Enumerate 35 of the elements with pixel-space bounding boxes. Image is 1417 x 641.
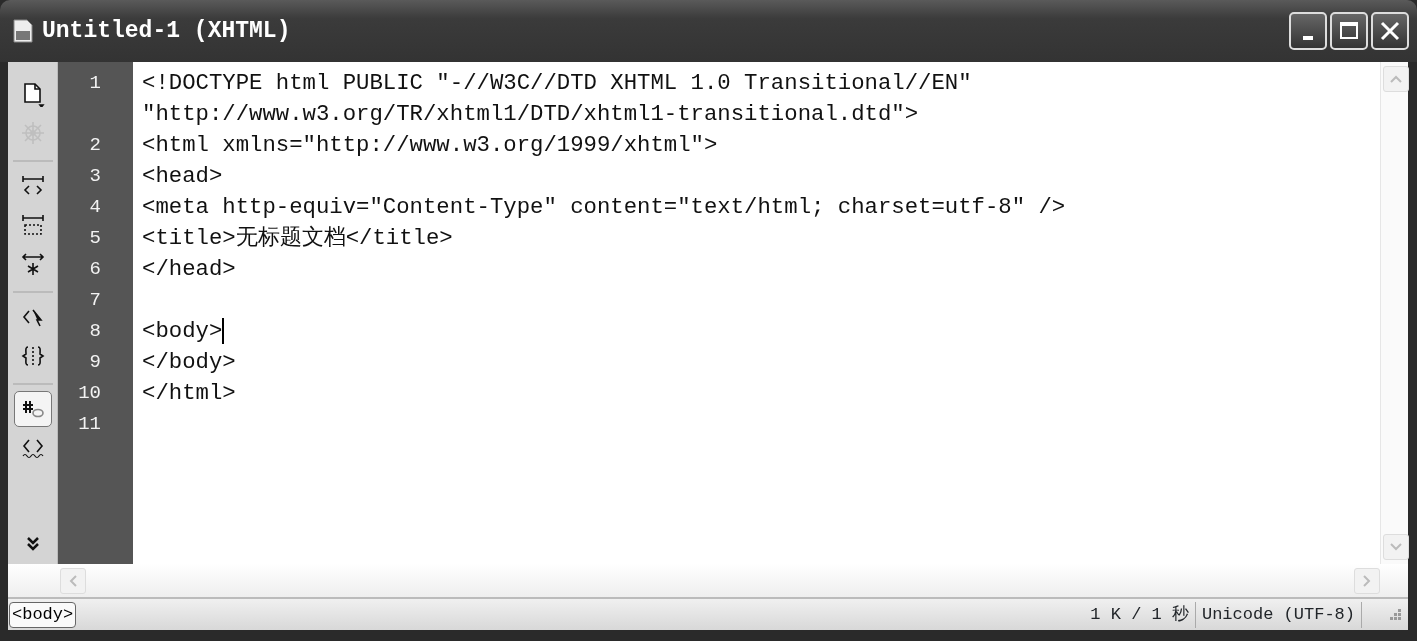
line-number: 1 bbox=[88, 71, 102, 96]
maximize-button[interactable] bbox=[1330, 12, 1368, 50]
line-number: 9 bbox=[88, 350, 102, 375]
code-line: </body> bbox=[142, 349, 236, 375]
balance-braces-icon bbox=[19, 343, 46, 369]
code-line: <meta http-equiv="Content-Type" content="text/html; charset=utf-8" /> bbox=[142, 194, 1066, 220]
tag-selector-button[interactable]: <body> bbox=[9, 601, 77, 628]
code-line: </html> bbox=[142, 380, 236, 406]
code-line: <body> bbox=[142, 318, 223, 344]
code-line: <head> bbox=[142, 163, 223, 189]
line-numbers-button[interactable] bbox=[13, 391, 52, 427]
code-line: <title>无标题文档</title> bbox=[142, 225, 453, 251]
close-button[interactable] bbox=[1371, 12, 1409, 50]
code-line: <html xmlns="http://www.w3.org/1999/xhtml"> bbox=[142, 132, 718, 158]
line-number: 7 bbox=[88, 288, 102, 313]
line-number: 2 bbox=[88, 133, 102, 158]
line-number: 6 bbox=[88, 257, 102, 282]
resize-grip-icon[interactable] bbox=[1388, 607, 1402, 622]
line-number: 3 bbox=[88, 164, 102, 189]
line-number: 4 bbox=[88, 195, 102, 220]
window-title: Untitled-1 (XHTML) bbox=[42, 16, 291, 46]
line-number: 5 bbox=[88, 226, 102, 251]
encoding-text: Unicode (UTF-8) bbox=[1195, 601, 1362, 628]
document-icon bbox=[12, 19, 34, 43]
text-cursor bbox=[222, 318, 225, 345]
download-size-text: 1 K / 1 秒 bbox=[1084, 601, 1196, 628]
minimize-button[interactable] bbox=[1289, 12, 1327, 50]
code-line: <!DOCTYPE html PUBLIC "-//W3C//DTD XHTML 1.0 Transitional//EN" "http://www.w3.org/TR/xhtml1/DTD/xhtml1-transitional.dtd"> bbox=[142, 70, 973, 127]
line-number: 10 bbox=[77, 381, 102, 406]
expand-all-icon bbox=[19, 251, 46, 277]
line-number: 11 bbox=[77, 412, 102, 437]
line-number: 8 bbox=[88, 319, 102, 344]
code-line: </head> bbox=[142, 256, 236, 282]
minimize-icon bbox=[1303, 36, 1313, 40]
collapse-selection-icon bbox=[19, 212, 46, 238]
